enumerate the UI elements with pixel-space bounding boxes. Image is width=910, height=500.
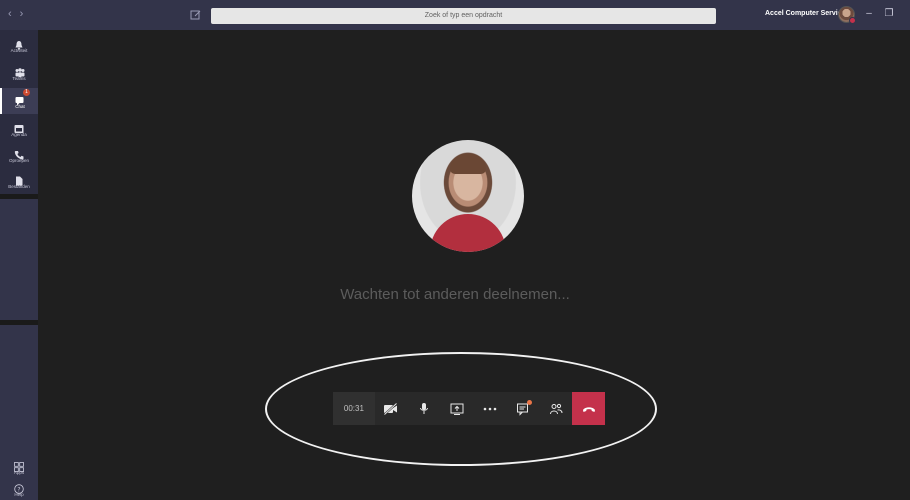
notification-dot (527, 400, 533, 405)
microphone-toggle-button[interactable] (408, 392, 441, 425)
rail-item-teams[interactable]: Teams (0, 60, 38, 86)
svg-text:?: ? (17, 486, 20, 493)
bell-icon (14, 37, 24, 50)
app-rail: Activiteit Teams 1 Chat Agenda Oproepen … (0, 30, 38, 500)
apps-icon (14, 459, 24, 472)
show-participants-button[interactable] (539, 392, 572, 425)
microphone-icon (420, 402, 429, 414)
rail-item-activiteit[interactable]: Activiteit (0, 32, 38, 58)
avatar-shirt (430, 214, 506, 252)
title-bar: ‹ › Zoek of typ een opdracht Accel Compu… (0, 0, 910, 30)
back-arrow-icon[interactable]: ‹ (8, 8, 12, 20)
hangup-icon (582, 406, 595, 412)
presence-status-icon (849, 17, 856, 24)
participants-icon (549, 403, 563, 414)
search-input[interactable]: Zoek of typ een opdracht (211, 8, 716, 24)
participant-avatar (412, 140, 524, 252)
rail-item-agenda[interactable]: Agenda (0, 116, 38, 142)
rail-item-chat[interactable]: 1 Chat (0, 88, 38, 114)
more-icon (483, 407, 497, 410)
rail-item-oproepen[interactable]: Oproepen (0, 142, 38, 168)
help-icon: ? (14, 481, 24, 494)
compose-icon[interactable] (188, 7, 204, 23)
hang-up-button[interactable] (572, 392, 605, 425)
share-screen-icon (450, 403, 464, 415)
unread-badge: 1 (23, 89, 30, 96)
camera-toggle-button[interactable] (375, 392, 408, 425)
call-controls-bar: 00:31 (333, 392, 605, 425)
maximize-button[interactable]: ❐ (882, 7, 896, 21)
call-timer: 00:31 (333, 392, 375, 425)
chat-icon: 1 (15, 89, 30, 106)
share-screen-button[interactable] (441, 392, 474, 425)
show-conversation-button[interactable] (506, 392, 539, 425)
waiting-message: Wachten tot anderen deelnemen... (340, 286, 570, 303)
forward-arrow-icon[interactable]: › (20, 8, 24, 20)
teams-icon (14, 65, 25, 78)
more-options-button[interactable] (473, 392, 506, 425)
phone-icon (14, 147, 24, 160)
rail-item-bestanden[interactable]: Bestanden (0, 168, 38, 194)
nav-arrows: ‹ › (8, 8, 23, 20)
profile-avatar[interactable] (838, 6, 856, 24)
avatar-hair (450, 154, 486, 174)
minimize-button[interactable]: – (862, 7, 876, 21)
calendar-icon (14, 121, 24, 133)
files-icon (14, 173, 24, 186)
rail-item-help[interactable]: ? Help (0, 476, 38, 500)
account-name: Accel Computer Service (765, 10, 846, 17)
camera-off-icon (383, 401, 398, 416)
